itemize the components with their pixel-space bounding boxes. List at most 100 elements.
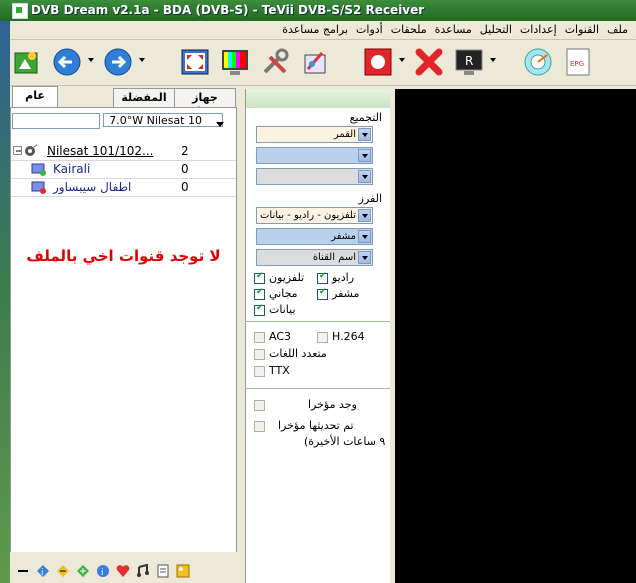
menu-file[interactable]: ملف: [603, 23, 632, 37]
channel-filter-input[interactable]: [12, 113, 100, 129]
scan-icon[interactable]: [12, 47, 42, 77]
channel-row-kairali[interactable]: Kairali 0: [31, 161, 231, 177]
title-bar[interactable]: DVB Dream v2.1a - BDA (DVB-S) - TeVii DV…: [0, 0, 636, 21]
svg-text:R: R: [465, 54, 473, 68]
channel-name: Kairali: [53, 162, 91, 176]
grouping-combo-1[interactable]: القمر: [256, 126, 373, 143]
section-divider: [246, 388, 390, 389]
chevron-down-icon[interactable]: [358, 209, 371, 222]
tools-icon[interactable]: [260, 47, 290, 77]
grouping-combo-1-value: القمر: [333, 129, 356, 140]
menu-utilities[interactable]: برامج مساعدة: [278, 23, 352, 37]
h264-checkbox[interactable]: [317, 332, 328, 343]
satellite-select-arrow-icon[interactable]: [216, 118, 224, 127]
back-dropdown-icon[interactable]: [88, 58, 95, 63]
panel-splitter[interactable]: [237, 86, 245, 583]
print-icon[interactable]: [156, 564, 170, 578]
channel-row-atfal[interactable]: اطفال سيبساور 0: [31, 179, 231, 195]
collapse-icon[interactable]: [13, 146, 22, 155]
tv-label: تلفزيون: [269, 271, 305, 284]
window-title: DVB Dream v2.1a - BDA (DVB-S) - TeVii DV…: [31, 3, 425, 17]
color-bars-icon[interactable]: [220, 47, 250, 77]
details-icon[interactable]: i: [96, 564, 110, 578]
menu-plugins[interactable]: ملحقات: [387, 23, 431, 37]
sort-combo-3[interactable]: اسم القناة: [256, 249, 373, 266]
sort-combo-1[interactable]: تلفزيون - راديو - بيانات: [256, 207, 373, 224]
svg-text:EPG: EPG: [570, 60, 584, 68]
channel-list-body: 7.0°W Nilesat 10 Nilesat 101/102... 2 Ka…: [10, 107, 237, 554]
tv-checkbox[interactable]: [254, 271, 265, 284]
video-display[interactable]: [395, 89, 636, 583]
desktop-background: [0, 0, 10, 583]
tab-favorites[interactable]: المفضلة: [113, 88, 175, 107]
grouping-label: التجميع: [349, 111, 382, 124]
menu-tools[interactable]: أدوات: [352, 23, 387, 37]
menu-settings[interactable]: إعدادات: [516, 23, 561, 37]
chevron-down-icon[interactable]: [358, 251, 371, 264]
updated-recently-label: تم تحديثها مؤخرا: [278, 419, 354, 432]
add-icon[interactable]: [76, 564, 90, 578]
terminal-dropdown-icon[interactable]: [490, 58, 497, 63]
fullscreen-icon[interactable]: [180, 47, 210, 77]
app-icon: [12, 3, 28, 19]
info-icon[interactable]: i: [36, 564, 50, 578]
filter-panel: التجميع القمر الفرز تلفزيون - راديو - بي…: [245, 89, 390, 583]
minus-icon[interactable]: [16, 564, 30, 578]
grouping-combo-2[interactable]: [256, 147, 373, 164]
radio-checkbox[interactable]: [317, 271, 328, 284]
favorite-icon[interactable]: [116, 564, 130, 578]
channel-count: 0: [181, 180, 189, 194]
channel-name: اطفال سيبساور: [53, 180, 132, 194]
row-divider: [11, 196, 236, 197]
move-icon[interactable]: [56, 564, 70, 578]
channel-list-toolbar: i i: [10, 552, 237, 583]
last-hours-label: ٩ ساعات الأخيرة): [304, 435, 386, 448]
menu-channels[interactable]: القنوات: [561, 23, 603, 37]
settings-icon[interactable]: [300, 47, 330, 77]
tab-general[interactable]: عام: [12, 86, 58, 107]
data-label: بيانات: [269, 303, 296, 316]
record-icon[interactable]: [363, 47, 393, 77]
multilang-checkbox[interactable]: [254, 349, 265, 360]
menu-analysis[interactable]: التحليل: [476, 23, 516, 37]
satellite-dish-icon: [24, 144, 38, 158]
epg-icon[interactable]: EPG: [563, 47, 593, 77]
ttx-checkbox[interactable]: [254, 366, 265, 377]
ac3-checkbox[interactable]: [254, 332, 265, 343]
channel-list-panel: جهاز التحكّم المفضلة عام 7.0°W Nilesat 1…: [10, 86, 237, 554]
chevron-down-icon[interactable]: [358, 149, 371, 162]
satellite-select[interactable]: 7.0°W Nilesat 10: [103, 113, 223, 127]
forward-icon[interactable]: [103, 47, 133, 77]
updated-recently-checkbox[interactable]: [254, 421, 265, 432]
tv-channel-icon: [31, 180, 47, 194]
menu-help[interactable]: مساعدة: [431, 23, 476, 37]
terminal-icon[interactable]: R: [454, 47, 484, 77]
chevron-down-icon[interactable]: [358, 128, 371, 141]
data-checkbox[interactable]: [254, 303, 265, 316]
chevron-down-icon[interactable]: [358, 170, 371, 183]
sort-combo-2-value: مشفر: [331, 231, 356, 242]
sort-combo-1-value: تلفزيون - راديو - بيانات: [260, 210, 356, 221]
empty-channels-message: لا توجد قنوات اخي بالملف: [26, 247, 221, 265]
tree-root-satellite[interactable]: Nilesat 101/102... 2: [13, 143, 233, 159]
audio-icon[interactable]: [136, 563, 150, 578]
chevron-down-icon[interactable]: [358, 230, 371, 243]
free-label: مجاني: [269, 287, 298, 300]
section-divider: [246, 321, 390, 322]
free-checkbox[interactable]: [254, 287, 265, 300]
record-dropdown-icon[interactable]: [399, 58, 406, 63]
sort-combo-2[interactable]: مشفر: [256, 228, 373, 245]
back-icon[interactable]: [52, 47, 82, 77]
found-recently-checkbox[interactable]: [254, 400, 265, 411]
h264-label: H.264: [332, 330, 365, 343]
grouping-combo-3[interactable]: [256, 168, 373, 185]
forward-dropdown-icon[interactable]: [139, 58, 146, 63]
key-icon[interactable]: [176, 564, 190, 578]
tab-device-control[interactable]: جهاز التحكّم: [174, 88, 236, 121]
ac3-label: AC3: [269, 330, 292, 343]
stop-icon[interactable]: [414, 47, 444, 77]
radar-icon[interactable]: [523, 47, 553, 77]
svg-text:i: i: [41, 568, 44, 578]
satellite-name: Nilesat 101/102...: [47, 144, 154, 158]
encrypted-checkbox[interactable]: [317, 287, 328, 300]
